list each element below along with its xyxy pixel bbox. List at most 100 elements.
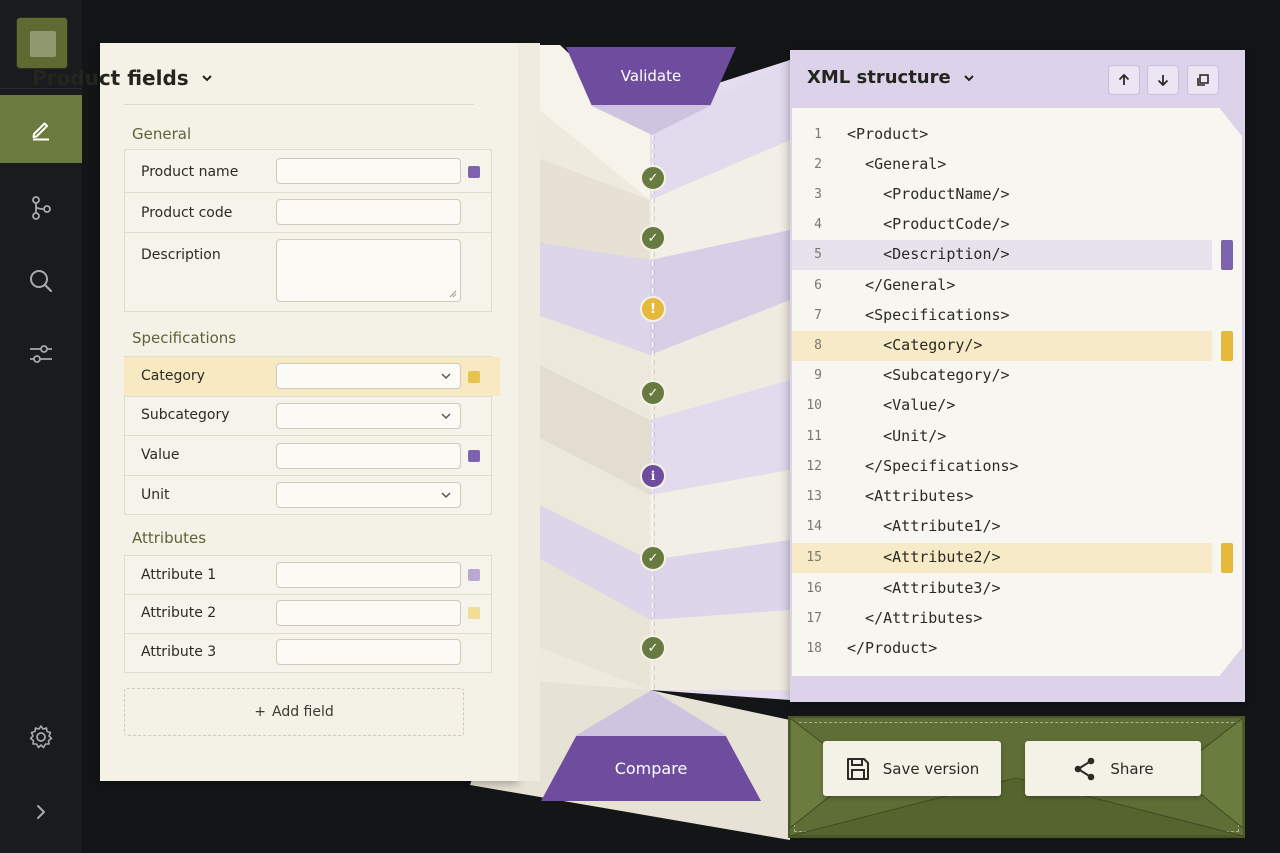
status-marker-light-yellow: [468, 607, 480, 619]
sidebar-item-filters[interactable]: [0, 320, 82, 388]
code-line: <Subcategory/>: [847, 366, 1010, 384]
subcategory-select[interactable]: [276, 403, 461, 429]
add-field-label: Add field: [271, 704, 334, 720]
row-divider: [124, 594, 492, 595]
line-number: 12: [806, 459, 822, 474]
code-line: <Attribute1/>: [847, 517, 1001, 535]
attribute-2-input[interactable]: [276, 600, 461, 626]
code-line: <Attribute2/>: [847, 548, 1001, 566]
product-name-input[interactable]: [276, 158, 461, 184]
code-line: <Value/>: [847, 396, 956, 414]
code-line: <Category/>: [847, 336, 983, 354]
search-icon: [30, 270, 53, 293]
field-label-product-name: Product name: [141, 164, 239, 180]
line-number: 11: [806, 429, 822, 444]
line-marker-purple: [1221, 240, 1233, 270]
code-line: <Unit/>: [847, 427, 947, 445]
add-field-button[interactable]: + Add field: [124, 688, 464, 736]
line-number: 6: [814, 278, 822, 293]
validate-label: Validate: [620, 67, 682, 85]
check-ok-icon: ✓: [640, 380, 666, 406]
unit-select[interactable]: [276, 482, 461, 508]
sidebar-item-edit[interactable]: [0, 95, 82, 163]
sidebar-item-settings[interactable]: [0, 703, 82, 771]
field-label-category: Category: [141, 368, 205, 384]
line-number: 13: [806, 489, 822, 504]
compare-button[interactable]: Compare: [541, 736, 761, 801]
line-number: 16: [806, 581, 822, 596]
arrow-down-icon: [1157, 75, 1169, 87]
share-label: Share: [1110, 759, 1154, 778]
share-button[interactable]: Share: [1025, 741, 1201, 796]
line-number: 9: [814, 368, 822, 383]
gear-icon: [29, 725, 53, 749]
xml-structure-title: XML structure: [807, 67, 951, 88]
check-ok-icon: ✓: [640, 165, 666, 191]
chevron-down-icon: [201, 75, 212, 82]
attribute-3-input[interactable]: [276, 639, 461, 665]
attribute-1-input[interactable]: [276, 562, 461, 588]
xml-structure-header[interactable]: XML structure: [807, 67, 975, 88]
copy-button[interactable]: [1187, 65, 1219, 95]
save-version-button[interactable]: Save version: [823, 741, 1001, 796]
code-line: <ProductCode/>: [847, 215, 1010, 233]
sidebar-expand[interactable]: [0, 778, 82, 846]
product-fields-title: Product fields: [32, 66, 189, 90]
compare-label: Compare: [614, 759, 688, 778]
chevron-down-icon: [441, 492, 451, 499]
product-fields-header[interactable]: Product fields: [32, 66, 213, 90]
code-line: </General>: [847, 276, 956, 294]
value-input[interactable]: [276, 443, 461, 469]
line-number: 2: [814, 157, 822, 172]
branch-icon: [32, 196, 51, 220]
product-code-input[interactable]: [276, 199, 461, 225]
code-line: <Attribute3/>: [847, 579, 1001, 597]
check-ok-icon: ✓: [640, 545, 666, 571]
divider: [124, 104, 474, 105]
check-ok-icon: ✓: [640, 225, 666, 251]
sidebar: [0, 0, 82, 853]
copy-icon: [1197, 74, 1209, 86]
category-select[interactable]: [276, 363, 461, 389]
line-number: 8: [814, 338, 822, 353]
resize-handle-icon[interactable]: [449, 290, 457, 298]
validate-button[interactable]: Validate: [566, 47, 736, 105]
app-logo[interactable]: [16, 17, 68, 69]
field-label-attribute-3: Attribute 3: [141, 644, 217, 660]
field-label-subcategory: Subcategory: [141, 407, 230, 423]
line-number: 17: [806, 611, 822, 626]
line-number: 5: [814, 247, 822, 262]
line-marker-yellow: [1221, 543, 1233, 573]
section-title-attributes: Attributes: [132, 529, 207, 547]
section-title-general: General: [132, 125, 192, 143]
code-line: <Product>: [847, 125, 929, 143]
code-line: <General>: [847, 155, 947, 173]
plus-icon: +: [254, 704, 266, 720]
share-icon: [1075, 757, 1095, 780]
code-line: <ProductName/>: [847, 185, 1010, 203]
line-number: 7: [814, 308, 822, 323]
move-down-button[interactable]: [1147, 65, 1179, 95]
code-line: </Attributes>: [847, 609, 983, 627]
field-label-unit: Unit: [141, 487, 170, 503]
description-textarea[interactable]: [276, 239, 461, 302]
save-version-label: Save version: [882, 759, 980, 778]
line-number: 18: [806, 641, 822, 656]
save-icon: [846, 757, 869, 780]
field-label-value: Value: [141, 447, 180, 463]
line-number: 3: [814, 187, 822, 202]
sidebar-item-search[interactable]: [0, 247, 82, 315]
move-up-button[interactable]: [1108, 65, 1140, 95]
chevron-down-icon: [441, 413, 451, 420]
line-number: 15: [806, 550, 822, 565]
sidebar-item-branches[interactable]: [0, 174, 82, 242]
section-title-specifications: Specifications: [132, 329, 237, 347]
code-line: </Product>: [847, 639, 938, 657]
row-divider: [124, 475, 492, 476]
line-number: 14: [806, 519, 822, 534]
warning-icon: !: [640, 296, 666, 322]
code-line: </Specifications>: [847, 457, 1019, 475]
info-icon: i: [640, 463, 666, 489]
sliders-icon: [30, 345, 52, 363]
line-marker-yellow: [1221, 331, 1233, 361]
